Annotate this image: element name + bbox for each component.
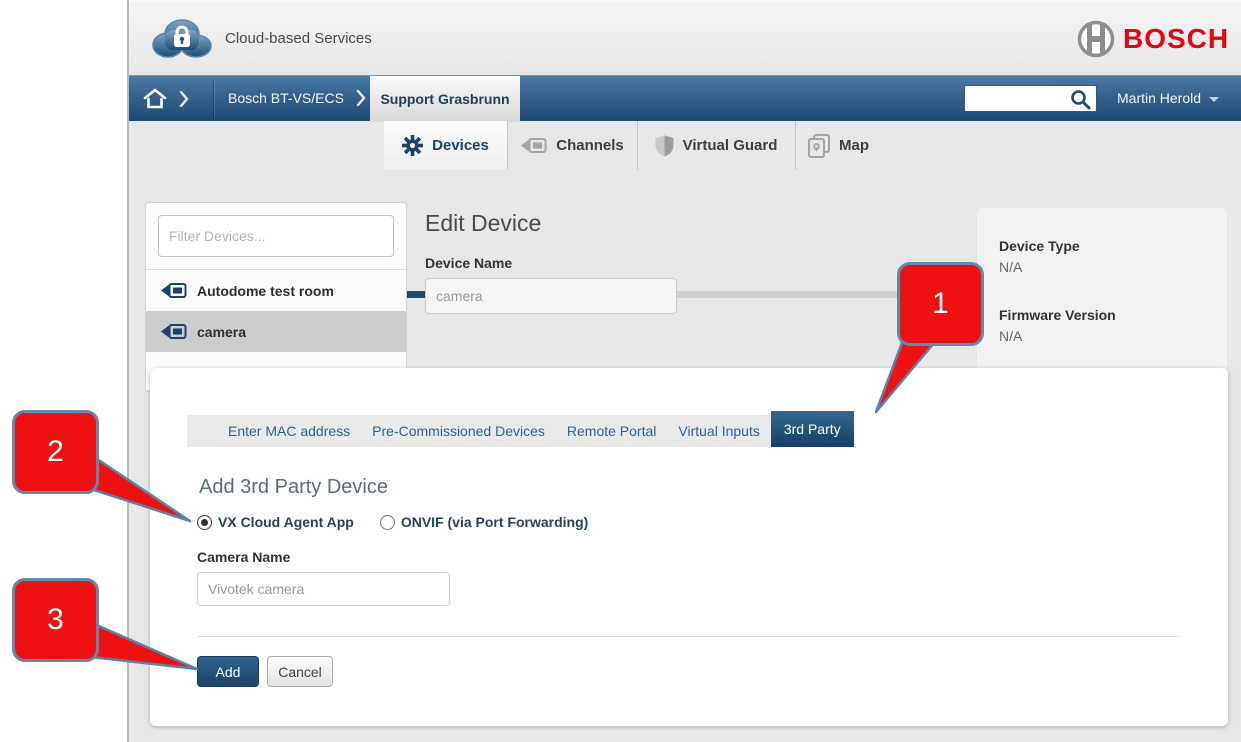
dialog-title: Add 3rd Party Device [199, 476, 388, 499]
callout-badge-2: 2 [12, 410, 99, 494]
tab-channels[interactable]: Channels [507, 121, 637, 170]
tab-map-label: Map [839, 137, 869, 154]
radio-onvif[interactable]: ONVIF (via Port Forwarding) [380, 514, 588, 530]
bosch-wordmark: BOSCH [1123, 23, 1229, 55]
device-list-item[interactable]: Autodome test room [146, 270, 406, 311]
dialog-tab-pre-commissioned[interactable]: Pre-Commissioned Devices [361, 415, 556, 447]
device-list-item[interactable]: camera [146, 311, 406, 352]
radio-group: VX Cloud Agent App ONVIF (via Port Forwa… [197, 514, 588, 530]
search-icon[interactable] [1070, 89, 1091, 110]
dialog-divider [197, 636, 1181, 637]
camera-name-field-label: Camera Name [197, 549, 290, 565]
add-button[interactable]: Add [197, 656, 259, 687]
shield-icon [655, 135, 674, 157]
chevron-right-icon [179, 91, 189, 107]
tab-map[interactable]: Map [795, 121, 990, 170]
home-button[interactable] [143, 88, 189, 109]
info-field: Device Type N/A [999, 238, 1227, 275]
breadcrumb-current[interactable]: Support Grasbrunn [370, 76, 520, 122]
app-header: Cloud-based Services BOSCH [129, 0, 1241, 75]
camera-icon [160, 323, 187, 340]
breadcrumb-root[interactable]: Bosch BT-VS/ECS [228, 90, 366, 106]
bosch-logo-icon [1077, 20, 1115, 58]
navbar: Bosch BT-VS/ECS Support Grasbrunn Mart [129, 75, 1241, 121]
tab-channels-label: Channels [556, 137, 624, 154]
user-menu[interactable]: Martin Herold [1117, 90, 1219, 106]
device-name-label: Autodome test room [197, 283, 334, 299]
radio-vx-cloud-agent[interactable]: VX Cloud Agent App [197, 514, 354, 530]
info-field-label: Device Type [999, 238, 1227, 254]
radio-label: VX Cloud Agent App [218, 514, 354, 530]
camera-name-input[interactable] [197, 572, 450, 606]
callout-badge-3: 3 [12, 578, 99, 662]
breadcrumb-root-label: Bosch BT-VS/ECS [228, 90, 344, 106]
radio-label: ONVIF (via Port Forwarding) [401, 514, 588, 530]
user-name: Martin Herold [1117, 90, 1201, 106]
tab-devices[interactable]: Devices [384, 121, 507, 170]
main-tab-bar: Devices Channels [129, 121, 1241, 170]
breadcrumb-current-label: Support Grasbrunn [380, 91, 509, 107]
search-input[interactable] [969, 87, 1069, 110]
device-name-field-label: Device Name [425, 255, 512, 271]
page-title: Edit Device [425, 210, 541, 237]
tab-virtual-guard-label: Virtual Guard [683, 137, 778, 154]
device-name-label: camera [197, 324, 246, 340]
tab-virtual-guard[interactable]: Virtual Guard [637, 121, 795, 170]
callout-number: 2 [47, 435, 64, 469]
chevron-right-icon [356, 90, 366, 106]
camera-icon [520, 137, 547, 154]
dialog-tab-remote-portal[interactable]: Remote Portal [556, 415, 667, 447]
camera-icon [160, 282, 187, 299]
device-list-panel: Autodome test room camera [145, 202, 407, 392]
screenshot-stage: Cloud-based Services BOSCH [0, 0, 1241, 742]
app-title: Cloud-based Services [225, 30, 372, 47]
info-field-value: N/A [999, 259, 1227, 275]
search-box [964, 85, 1097, 112]
callout-badge-1: 1 [897, 262, 984, 346]
filter-devices-input[interactable] [158, 215, 394, 257]
cancel-button[interactable]: Cancel [267, 656, 333, 687]
tab-devices-label: Devices [432, 137, 489, 154]
chevron-down-icon [1209, 97, 1219, 102]
app-window: Cloud-based Services BOSCH [127, 0, 1241, 742]
cloud-lock-icon [151, 14, 213, 60]
dialog-tab-virtual-inputs[interactable]: Virtual Inputs [667, 415, 770, 447]
home-icon [143, 88, 167, 109]
gear-icon [402, 135, 423, 156]
info-field-value: N/A [999, 328, 1227, 344]
callout-number: 3 [47, 603, 64, 637]
info-field: Firmware Version N/A [999, 307, 1227, 344]
radio-icon [197, 515, 212, 530]
dialog-tab-enter-mac[interactable]: Enter MAC address [217, 415, 361, 447]
info-field-label: Firmware Version [999, 307, 1227, 323]
dialog-tab-bar: Enter MAC address Pre-Commissioned Devic… [187, 415, 854, 447]
map-pin-icon [808, 134, 830, 158]
device-name-input[interactable] [425, 278, 677, 314]
add-device-dialog: Enter MAC address Pre-Commissioned Devic… [150, 368, 1228, 726]
dialog-tab-3rd-party[interactable]: 3rd Party [771, 411, 854, 447]
filter-wrap [146, 203, 406, 270]
callout-number: 1 [932, 287, 949, 321]
radio-icon [380, 515, 395, 530]
navbar-divider [213, 80, 214, 118]
